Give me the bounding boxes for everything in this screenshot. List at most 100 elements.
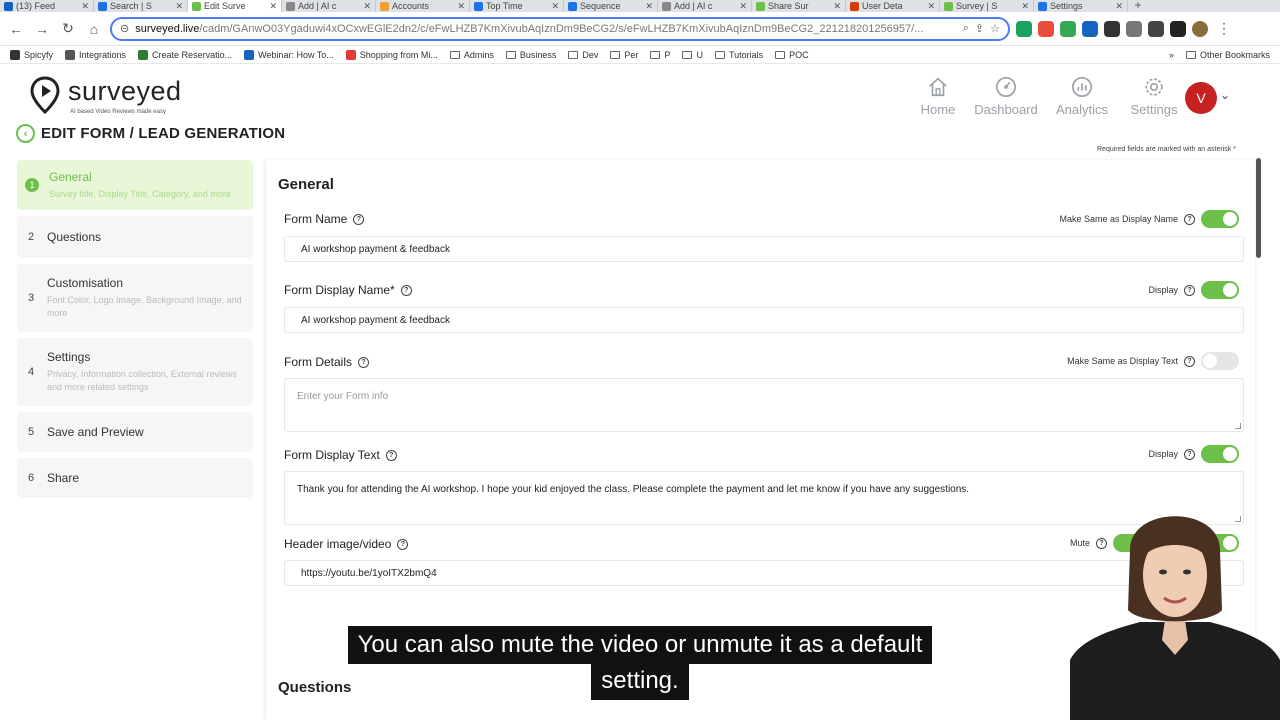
new-tab-button[interactable]: + xyxy=(1128,0,1148,12)
address-bar[interactable]: ⊝ surveyed.live/cadm/GAnwO03Ygaduwi4xOCx… xyxy=(110,16,1010,41)
bookmark-item[interactable]: Business xyxy=(505,50,556,60)
menu-icon[interactable]: ⋮ xyxy=(1214,20,1234,37)
browser-tab[interactable]: Top Time ✕ xyxy=(470,0,564,12)
extension-icon[interactable] xyxy=(1060,20,1076,37)
nav-settings[interactable]: Settings xyxy=(1124,76,1184,117)
close-icon[interactable]: ✕ xyxy=(363,1,371,12)
step-settings[interactable]: 4 Settings Privacy, Information collection… xyxy=(17,338,253,406)
page-title: ‹ EDIT FORM / LEAD GENERATION xyxy=(16,124,285,143)
back-arrow-icon[interactable]: ← xyxy=(6,21,26,37)
close-icon[interactable]: ✕ xyxy=(269,1,277,12)
profile-icon[interactable] xyxy=(1192,20,1208,37)
surveyed-logo[interactable]: surveyed AI based Video Reviews made eas… xyxy=(30,76,182,115)
nav-analytics[interactable]: Analytics xyxy=(1052,76,1112,117)
close-icon[interactable]: ✕ xyxy=(1021,1,1029,12)
step-general[interactable]: 1 General Survey title, Display Title, Cat… xyxy=(17,160,253,210)
browser-tab[interactable]: Search | S ✕ xyxy=(94,0,188,12)
back-circle-icon[interactable]: ‹ xyxy=(16,124,35,143)
form-details-textarea[interactable]: Enter your Form info xyxy=(284,378,1244,432)
resize-handle-icon[interactable] xyxy=(1235,423,1241,429)
share-icon[interactable]: ⇪ xyxy=(975,22,984,35)
other-bookmarks[interactable]: Other Bookmarks xyxy=(1185,50,1270,60)
bookmark-item[interactable]: POC xyxy=(775,50,809,60)
step-share[interactable]: 6 Share xyxy=(17,458,253,498)
close-icon[interactable]: ✕ xyxy=(1115,1,1123,12)
close-icon[interactable]: ✕ xyxy=(81,1,89,12)
help-icon[interactable]: ? xyxy=(385,449,397,461)
help-icon[interactable]: ? xyxy=(358,356,370,368)
browser-tab[interactable]: (13) Feed ✕ xyxy=(0,0,94,12)
extension-icon[interactable] xyxy=(1126,20,1142,37)
step-questions[interactable]: 2 Questions xyxy=(17,216,253,258)
display-name-display-toggle[interactable] xyxy=(1201,281,1239,299)
help-icon[interactable]: ? xyxy=(1184,284,1195,296)
nav-home[interactable]: Home xyxy=(916,76,960,117)
help-icon[interactable]: ? xyxy=(1184,355,1195,367)
tab-favicon-icon xyxy=(756,1,765,11)
browser-tab[interactable]: Add | AI c ✕ xyxy=(658,0,752,12)
extension-icon[interactable] xyxy=(1038,20,1054,37)
forward-arrow-icon[interactable]: → xyxy=(32,21,52,37)
tab-favicon-icon xyxy=(944,1,953,11)
nav-dashboard[interactable]: Dashboard xyxy=(972,76,1040,117)
help-icon[interactable]: ? xyxy=(1184,213,1195,225)
help-icon[interactable]: ? xyxy=(397,538,409,550)
browser-tab[interactable]: User Deta ✕ xyxy=(846,0,940,12)
scrollbar-thumb[interactable] xyxy=(1256,158,1261,258)
tab-label: Accounts xyxy=(392,1,430,11)
user-avatar[interactable]: V xyxy=(1185,82,1217,114)
extension-icon[interactable] xyxy=(1104,20,1120,37)
bookmark-item[interactable]: Shopping from Mi... xyxy=(345,49,438,60)
close-icon[interactable]: ✕ xyxy=(175,1,183,12)
extension-icon[interactable] xyxy=(1082,20,1098,37)
bookmark-item[interactable]: P xyxy=(650,50,670,60)
browser-tab[interactable]: Accounts ✕ xyxy=(376,0,470,12)
close-icon[interactable]: ✕ xyxy=(645,1,653,12)
site-info-icon[interactable]: ⊝ xyxy=(120,22,129,35)
browser-tab[interactable]: Edit Surve ✕ xyxy=(188,0,282,12)
puzzle-icon[interactable] xyxy=(1148,20,1164,37)
sidebar-icon[interactable] xyxy=(1170,20,1186,37)
browser-tab[interactable]: Share Sur ✕ xyxy=(752,0,846,12)
bookmark-star-icon[interactable]: ☆ xyxy=(990,22,1000,35)
bookmark-item[interactable]: Admins xyxy=(449,50,494,60)
form-name-input[interactable]: AI workshop payment & feedback xyxy=(284,236,1244,262)
bookmark-item[interactable]: Create Reservatio... xyxy=(138,49,232,60)
bookmark-item[interactable]: Tutorials xyxy=(714,49,764,60)
chevron-down-icon[interactable]: ⌄ xyxy=(1220,88,1230,102)
display-text-display-toggle[interactable] xyxy=(1201,445,1239,463)
same-as-display-name-toggle[interactable] xyxy=(1201,210,1239,228)
browser-tab[interactable]: Survey | S ✕ xyxy=(940,0,1034,12)
close-icon[interactable]: ✕ xyxy=(457,1,465,12)
form-display-name-input[interactable]: AI workshop payment & feedback xyxy=(284,307,1244,333)
bookmark-item[interactable]: U xyxy=(682,50,703,60)
zoom-icon[interactable]: ⌕ xyxy=(963,22,969,35)
close-icon[interactable]: ✕ xyxy=(833,1,841,12)
help-icon[interactable]: ? xyxy=(400,284,412,296)
help-icon[interactable]: ? xyxy=(1184,448,1195,460)
browser-tab[interactable]: Settings ✕ xyxy=(1034,0,1128,12)
bookmark-item[interactable]: Dev xyxy=(568,50,598,60)
tab-favicon-icon xyxy=(192,1,201,11)
bookmark-item[interactable]: Webinar: How To... xyxy=(244,49,334,60)
reload-icon[interactable]: ↻ xyxy=(58,20,78,37)
bookmark-item[interactable]: Per xyxy=(610,50,638,60)
close-icon[interactable]: ✕ xyxy=(739,1,747,12)
close-icon[interactable]: ✕ xyxy=(551,1,559,12)
help-icon[interactable]: ? xyxy=(353,213,365,225)
extension-icon[interactable] xyxy=(1016,20,1032,37)
step-customisation[interactable]: 3 Customisation Font Color, Logo Image, Ba… xyxy=(17,264,253,332)
step-title: Questions xyxy=(47,230,102,244)
more-bookmarks-icon[interactable]: » xyxy=(1169,50,1174,60)
step-save-and-preview[interactable]: 5 Save and Preview xyxy=(17,412,253,452)
form-display-text-label-text: Form Display Text xyxy=(284,448,380,462)
close-icon[interactable]: ✕ xyxy=(927,1,935,12)
bookmark-item[interactable]: Integrations xyxy=(65,49,126,60)
same-as-display-text-toggle[interactable] xyxy=(1201,352,1239,370)
bookmark-label: Tutorials xyxy=(728,49,764,60)
browser-tab[interactable]: Sequence ✕ xyxy=(564,0,658,12)
bookmark-item[interactable]: Spicyfy xyxy=(10,49,53,60)
browser-tab[interactable]: Add | AI c ✕ xyxy=(282,0,376,12)
folder-icon xyxy=(1185,50,1196,59)
home-browser-icon[interactable]: ⌂ xyxy=(84,21,104,37)
